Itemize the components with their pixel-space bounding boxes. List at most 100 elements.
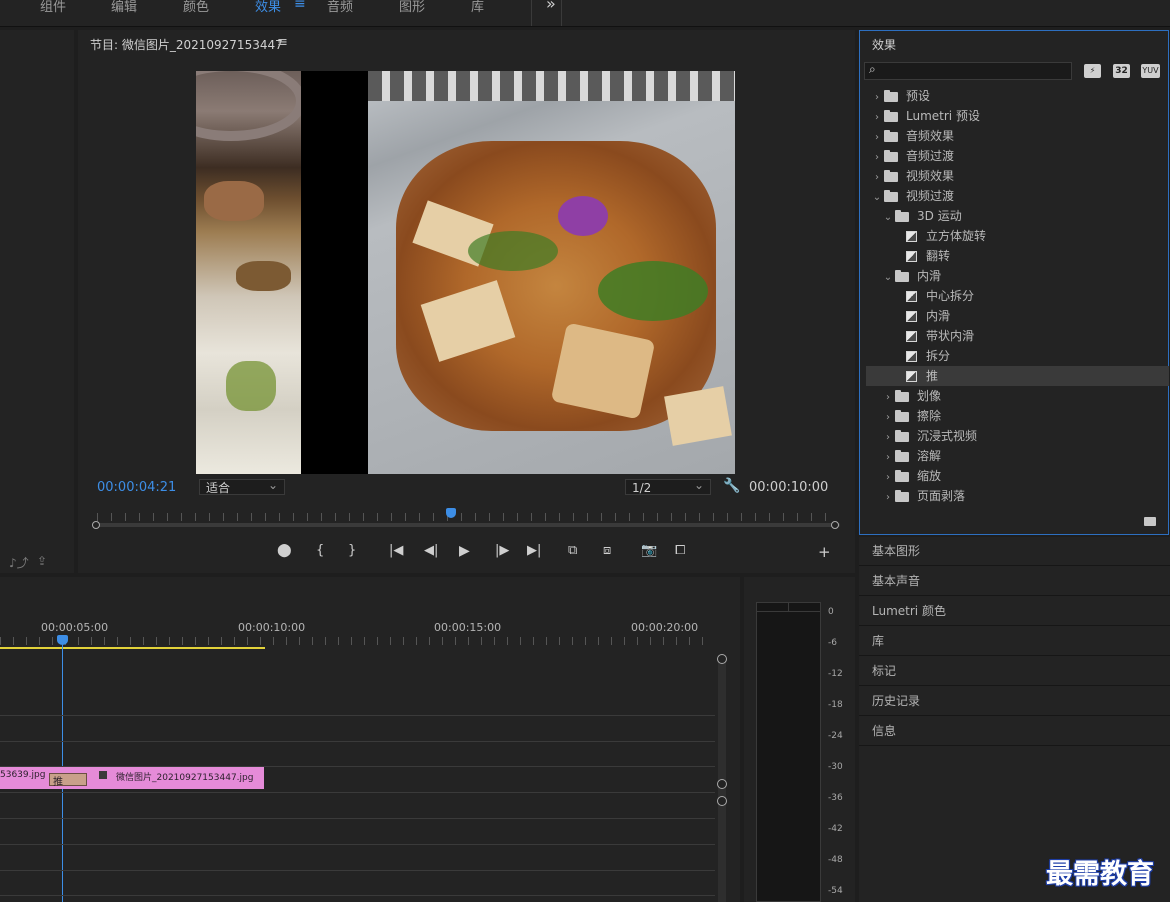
scroll-handle[interactable] (717, 796, 727, 806)
program-title[interactable]: 节目: 微信图片_20210927153447 (90, 36, 283, 53)
chevron-right-icon[interactable]: › (881, 448, 895, 468)
workspace-tab-assembly[interactable]: 组件 (40, 0, 66, 15)
effects-tree-item[interactable]: › 音频效果 (866, 126, 1169, 146)
export-frame-icon[interactable]: 📷 (641, 543, 657, 558)
chevron-right-icon[interactable]: › (881, 428, 895, 448)
effects-tree-item[interactable]: 内滑 (866, 306, 1169, 326)
zoom-scrollbar[interactable] (92, 523, 840, 527)
step-back-icon[interactable]: ◀| (424, 543, 438, 558)
new-bin-icon[interactable] (1144, 517, 1156, 526)
comparison-view-icon[interactable]: ⧠ (675, 543, 685, 558)
mark-in-icon[interactable]: { (316, 543, 324, 558)
overflow-icon[interactable]: » (546, 0, 556, 13)
32bit-effects-icon[interactable]: 32 (1113, 64, 1130, 78)
add-marker-icon[interactable]: ⬤ (277, 543, 292, 558)
wrench-icon[interactable]: 🔧 (723, 478, 740, 494)
fit-dropdown[interactable]: 适合 (199, 477, 285, 495)
workspace-tab-libraries[interactable]: 库 (471, 0, 484, 15)
scroll-handle[interactable] (717, 779, 727, 789)
meter-split (788, 602, 789, 612)
timeline-playhead-head[interactable] (57, 635, 68, 645)
effects-tree-item[interactable]: ⌄ 3D 运动 (866, 206, 1169, 226)
meat-piece (236, 261, 291, 291)
current-timecode[interactable]: 00:00:04:21 (97, 480, 176, 495)
stack-markers[interactable]: 标记 (859, 657, 1170, 686)
chevron-right-icon[interactable]: › (870, 108, 884, 128)
chevron-down-icon[interactable]: ⌄ (870, 188, 884, 208)
effects-tree-item[interactable]: › 溶解 (866, 446, 1169, 466)
chevron-down-icon[interactable]: ⌄ (881, 268, 895, 288)
accelerated-effects-icon[interactable]: ⚡ (1084, 64, 1101, 78)
transition-gap (301, 71, 368, 474)
workspace-tab-audio[interactable]: 音频 (327, 0, 353, 15)
effects-search-input[interactable]: ⌕ (864, 62, 1072, 80)
insert-icon[interactable]: ♪⤴ (9, 554, 29, 571)
chevron-right-icon[interactable]: › (881, 468, 895, 488)
stack-essential-graphics[interactable]: 基本图形 (859, 537, 1170, 566)
effects-tree-item[interactable]: › 音频过渡 (866, 146, 1169, 166)
stack-essential-sound[interactable]: 基本声音 (859, 567, 1170, 596)
effects-tree-label: 中心拆分 (926, 289, 975, 303)
stack-history[interactable]: 历史记录 (859, 687, 1170, 716)
effects-tree-item[interactable]: › 预设 (866, 86, 1169, 106)
video-frame[interactable] (196, 71, 735, 474)
meter-scale-label: -30 (828, 762, 843, 772)
effects-tree-item[interactable]: 拆分 (866, 346, 1169, 366)
transition-effect-icon (906, 351, 917, 362)
workspace-tab-color[interactable]: 颜色 (183, 0, 209, 15)
panel-stack: 基本图形 基本声音 Lumetri 颜色 库 标记 历史记录 信息 (859, 537, 1170, 902)
effects-tree-item[interactable]: 立方体旋转 (866, 226, 1169, 246)
scroll-handle[interactable] (717, 654, 727, 664)
effects-tree-item[interactable]: 中心拆分 (866, 286, 1169, 306)
effects-panel-title[interactable]: 效果 (872, 36, 896, 53)
chevron-right-icon[interactable]: › (881, 488, 895, 508)
chevron-down-icon[interactable]: ⌄ (881, 208, 895, 228)
chevron-right-icon[interactable]: › (870, 168, 884, 188)
step-forward-icon[interactable]: |▶ (495, 543, 509, 558)
scroll-handle-left[interactable] (92, 521, 100, 529)
effects-tree-item[interactable]: › 视频效果 (866, 166, 1169, 186)
effects-tree-item[interactable]: ⌄ 视频过渡 (866, 186, 1169, 206)
export-icon[interactable]: ⇪ (37, 554, 47, 568)
tofu-piece (664, 386, 732, 446)
effects-tree-item[interactable]: › 擦除 (866, 406, 1169, 426)
chevron-right-icon[interactable]: › (881, 388, 895, 408)
chevron-right-icon[interactable]: › (870, 148, 884, 168)
work-area-bar[interactable] (0, 647, 265, 649)
timeline-ruler[interactable] (0, 637, 712, 645)
chevron-right-icon[interactable]: › (881, 408, 895, 428)
effects-tree-item[interactable]: › 沉浸式视频 (866, 426, 1169, 446)
stack-lumetri-color[interactable]: Lumetri 颜色 (859, 597, 1170, 626)
workspace-tab-graphics[interactable]: 图形 (399, 0, 425, 15)
button-editor-icon[interactable]: + (818, 543, 831, 561)
panel-menu-icon[interactable]: ≡ (277, 35, 288, 50)
mark-out-icon[interactable]: } (348, 543, 356, 558)
yuv-effects-icon[interactable]: YUV (1141, 64, 1160, 78)
workspace-tab-effects[interactable]: 效果 (255, 0, 281, 15)
resolution-dropdown[interactable]: 1/2 (625, 477, 711, 495)
video-clip[interactable]: 53639.jpg 推 微信图片_20210927153447.jpg (0, 767, 264, 789)
playhead-marker[interactable] (446, 508, 456, 518)
effects-tree-item[interactable]: › 页面剥落 (866, 486, 1169, 506)
workspace-menu-icon[interactable]: ≡ (294, 0, 306, 12)
stack-info[interactable]: 信息 (859, 717, 1170, 746)
chevron-right-icon[interactable]: › (870, 88, 884, 108)
play-icon[interactable]: ▶ (459, 543, 470, 559)
effects-tree-item[interactable]: › 划像 (866, 386, 1169, 406)
scroll-handle-right[interactable] (831, 521, 839, 529)
stack-libraries[interactable]: 库 (859, 627, 1170, 656)
effects-tree-item[interactable]: › Lumetri 预设 (866, 106, 1169, 126)
go-to-in-icon[interactable]: |◀ (389, 543, 403, 558)
chevron-right-icon[interactable]: › (870, 128, 884, 148)
extract-icon[interactable]: ⧈ (603, 543, 611, 558)
push-transition[interactable]: 推 (49, 773, 87, 788)
go-to-out-icon[interactable]: ▶| (527, 543, 541, 558)
lift-icon[interactable]: ⧉ (568, 543, 577, 558)
effects-tree-item[interactable]: 推 (866, 366, 1169, 386)
preset-folder-icon (884, 89, 898, 102)
workspace-tab-editing[interactable]: 编辑 (111, 0, 137, 15)
effects-tree-item[interactable]: ⌄ 内滑 (866, 266, 1169, 286)
effects-tree-item[interactable]: › 缩放 (866, 466, 1169, 486)
effects-tree-item[interactable]: 带状内滑 (866, 326, 1169, 346)
effects-tree-item[interactable]: 翻转 (866, 246, 1169, 266)
